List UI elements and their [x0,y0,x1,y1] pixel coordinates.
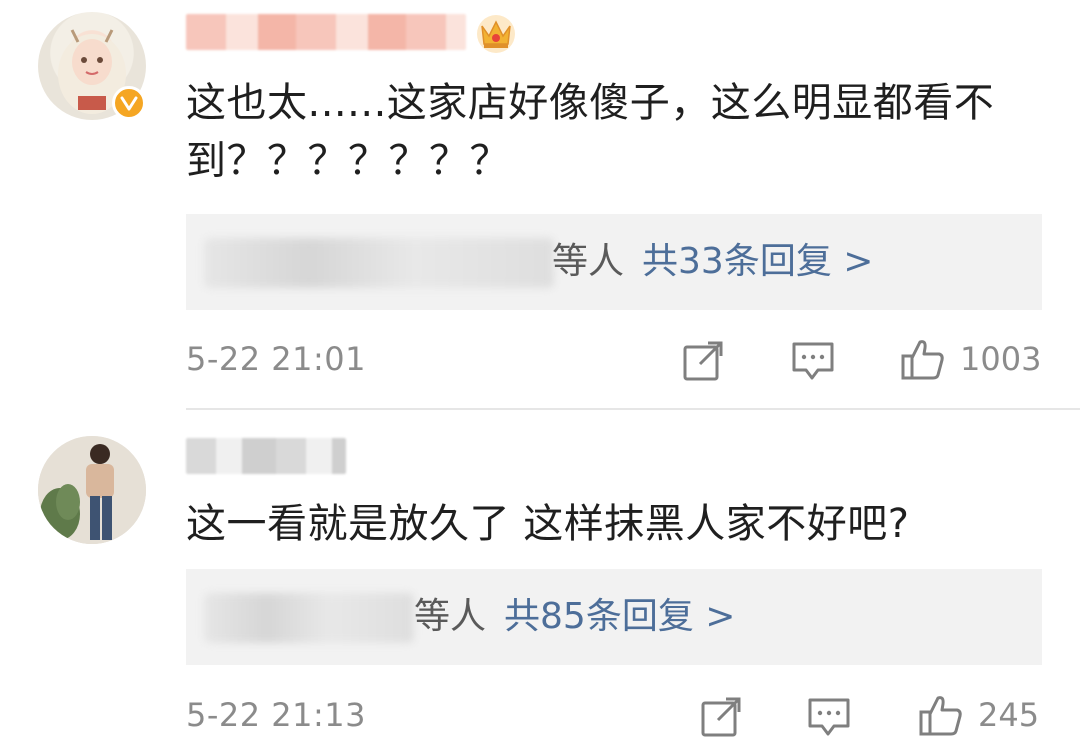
thumbs-up-icon[interactable] [900,336,946,382]
view-replies-link[interactable]: 共33条回复 > [642,241,873,282]
comment-text: 这也太......这家店好像傻子，这么明显都看不到？？？？？？？ [186,80,995,184]
like-count: 245 [978,696,1040,734]
timestamp: 5-22 21:13 [186,696,367,734]
reply-names-blurred [204,593,414,643]
reply-names-blurred [204,238,554,288]
comment-text: 这一看就是放久了 这样抹黑人家不好吧? [186,501,910,547]
comment-icon[interactable] [806,694,852,740]
reply-suffix: 等人 [414,596,487,637]
verified-badge-icon [112,86,146,120]
reply-line: 等人 共85条回复 > [414,591,735,643]
comment-item: 这也太......这家店好像傻子，这么明显都看不到？？？？？？？ 等人 共33条回… [0,0,1080,410]
comment-icon[interactable] [790,338,836,384]
reply-summary[interactable]: 等人 共33条回复 > [186,214,1042,310]
reply-summary[interactable]: 等人 共85条回复 > [186,569,1042,665]
reply-line: 等人 共33条回复 > [552,236,873,288]
reply-suffix: 等人 [552,241,625,282]
view-replies-link[interactable]: 共85条回复 > [504,596,735,637]
like-count: 1003 [960,340,1042,378]
timestamp: 5-22 21:01 [186,340,367,378]
comment-item: 这一看就是放久了 这样抹黑人家不好吧? 等人 共85条回复 > 5-22 21:1… [0,410,1080,747]
thumbs-up-icon[interactable] [918,692,964,738]
username-blurred[interactable] [186,14,466,50]
crown-icon[interactable] [474,12,518,54]
avatar-image [38,436,146,544]
avatar[interactable] [38,436,146,544]
share-icon[interactable] [680,338,726,384]
share-icon[interactable] [698,694,744,740]
username-blurred[interactable] [186,438,346,474]
